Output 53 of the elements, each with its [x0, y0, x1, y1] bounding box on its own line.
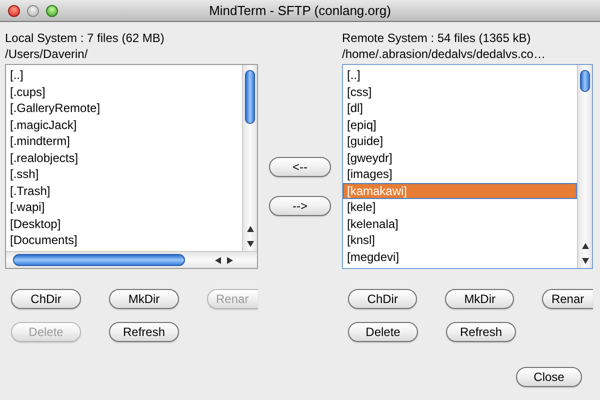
file-item[interactable]: [Desktop]: [6, 216, 242, 232]
remote-summary: Remote System : 54 files (1365 kB): [342, 30, 532, 46]
scrollbar-thumb[interactable]: [13, 254, 185, 266]
transfer-button[interactable]: <--: [269, 157, 331, 177]
file-item[interactable]: [css]: [343, 84, 577, 100]
file-item[interactable]: [.cups]: [6, 84, 242, 100]
file-item[interactable]: [kelenala]: [343, 216, 577, 232]
action-button[interactable]: MkDir: [445, 289, 514, 309]
file-item[interactable]: [..]: [6, 67, 242, 84]
scroll-down-icon[interactable]: [246, 240, 254, 246]
local-path: /Users/Daverin/: [5, 46, 89, 62]
minimize-window-icon[interactable]: [27, 4, 39, 16]
action-button[interactable]: Renar: [542, 289, 593, 309]
action-button[interactable]: ChDir: [348, 289, 418, 309]
file-item[interactable]: [epiq]: [343, 116, 577, 133]
scroll-up-icon[interactable]: [246, 226, 254, 232]
file-item[interactable]: [knsl]: [343, 232, 577, 248]
file-item[interactable]: [.ssh]: [6, 166, 242, 182]
scrollbar-thumb[interactable]: [245, 70, 255, 124]
file-item[interactable]: [.magicJack]: [6, 116, 242, 133]
close-window-icon[interactable]: [8, 4, 20, 16]
scrollbar-thumb[interactable]: [580, 70, 590, 92]
file-item[interactable]: [megdevi]: [343, 248, 577, 265]
vertical-scrollbar[interactable]: [577, 65, 592, 268]
zoom-window-icon[interactable]: [46, 4, 58, 16]
window-title: MindTerm - SFTP (conlang.org): [209, 3, 391, 18]
vertical-scrollbar[interactable]: [242, 65, 257, 251]
file-item[interactable]: [gweydr]: [343, 150, 577, 166]
action-button[interactable]: Refresh: [446, 322, 516, 342]
file-item[interactable]: [..]: [343, 67, 577, 84]
file-item[interactable]: [.wapi]: [6, 199, 242, 216]
file-item[interactable]: [.mindterm]: [6, 133, 242, 150]
action-button[interactable]: MkDir: [109, 289, 179, 309]
remote-path: /home/.abrasion/dedalvs/dedalvs.co…: [342, 46, 546, 62]
file-item[interactable]: [dl]: [343, 100, 577, 116]
transfer-button[interactable]: -->: [269, 196, 331, 216]
file-item[interactable]: [kele]: [343, 199, 577, 216]
horizontal-scrollbar[interactable]: [6, 251, 257, 268]
close-button[interactable]: Close: [516, 367, 582, 387]
action-button[interactable]: ChDir: [11, 289, 81, 309]
scroll-down-icon[interactable]: [582, 258, 588, 264]
action-button[interactable]: Delete: [348, 322, 418, 342]
file-item[interactable]: [.realobjects]: [6, 150, 242, 166]
scroll-left-icon[interactable]: [215, 256, 221, 264]
scroll-right-icon[interactable]: [227, 256, 233, 264]
file-item[interactable]: [.GalleryRemote]: [6, 100, 242, 116]
local-summary: Local System : 7 files (62 MB): [5, 30, 166, 46]
file-item[interactable]: [images]: [343, 166, 577, 182]
file-item[interactable]: [.Trash]: [6, 182, 242, 199]
scroll-up-icon[interactable]: [582, 242, 588, 248]
file-item[interactable]: [Documents]: [6, 232, 242, 248]
action-button[interactable]: Refresh: [109, 322, 179, 342]
file-item[interactable]: [guide]: [343, 133, 577, 150]
